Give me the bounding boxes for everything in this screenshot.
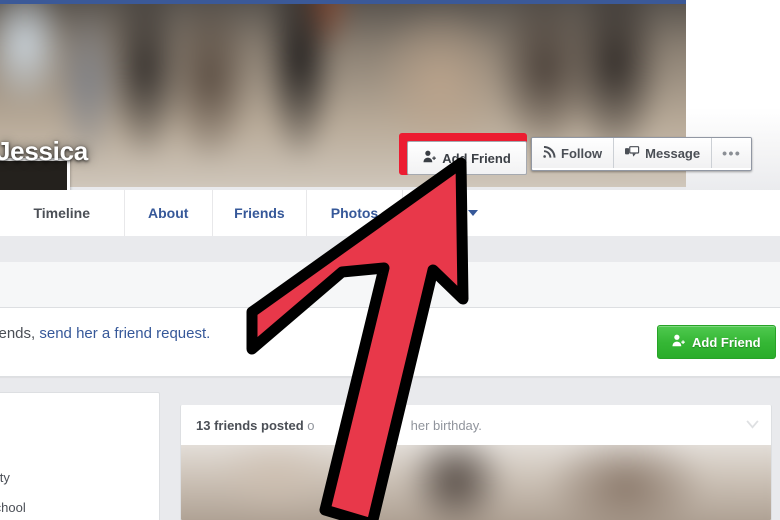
- tab-friends-label: Friends: [234, 205, 285, 221]
- tab-timeline-label: Timeline: [33, 205, 91, 221]
- tab-timeline[interactable]: Timeline: [0, 190, 125, 245]
- tab-photos[interactable]: Photos: [307, 190, 403, 236]
- add-friend-highlight-box: Add Friend: [399, 133, 527, 175]
- friend-request-text-prefix: friends,: [0, 325, 36, 342]
- add-friend-button-label: Add Friend: [442, 150, 511, 166]
- message-button-label: Message: [645, 145, 701, 161]
- banner-add-friend-button[interactable]: Add Friend: [657, 325, 776, 359]
- more-options-button[interactable]: •••: [712, 138, 752, 168]
- story-suffix: her birthday.: [410, 418, 482, 433]
- timeline-story-card: 13 friends posted o Timel her birthday.: [180, 405, 772, 520]
- tab-photos-label: Photos: [330, 205, 379, 221]
- tab-friends[interactable]: Friends: [213, 190, 307, 236]
- rss-icon: [543, 145, 556, 161]
- add-friend-button[interactable]: Add Friend: [407, 141, 527, 175]
- tab-more[interactable]: More: [403, 190, 581, 236]
- add-friend-icon: [672, 334, 685, 350]
- sidebar-item-university[interactable]: rsity: [0, 470, 10, 485]
- chevron-down-icon: [468, 210, 479, 216]
- facebook-profile-screenshot: Jessica Follow Message ••• Add Friend Ti…: [0, 0, 780, 520]
- profile-name: Jessica: [0, 136, 88, 166]
- story-timeline-word: Timel: [350, 418, 382, 433]
- profile-tab-bar: Timeline About Friends Photos More: [0, 190, 581, 245]
- story-headline: 13 friends posted o Timel her birthday.: [196, 418, 482, 433]
- banner-add-friend-label: Add Friend: [692, 334, 761, 350]
- message-icon: [625, 145, 640, 161]
- message-button[interactable]: Message: [614, 138, 713, 168]
- story-friend-count: 13 friends: [196, 418, 258, 433]
- tab-about-label: About: [147, 205, 189, 221]
- page-background-gutter: [0, 236, 780, 262]
- tab-bar-filler: [581, 190, 780, 237]
- follow-button-label: Follow: [561, 145, 603, 161]
- ellipsis-icon: •••: [722, 145, 742, 161]
- friend-request-text: friends, send her a friend request.: [0, 325, 406, 342]
- story-verb[interactable]: posted: [261, 418, 304, 433]
- follow-button[interactable]: Follow: [532, 138, 615, 168]
- story-photo-image: [181, 445, 771, 520]
- send-friend-request-link[interactable]: send her a friend request.: [39, 325, 210, 342]
- tab-more-label: More: [429, 205, 463, 221]
- story-photo[interactable]: [181, 445, 771, 520]
- chevron-down-icon[interactable]: [746, 420, 759, 429]
- tab-about[interactable]: About: [125, 190, 213, 236]
- add-friend-icon: [423, 150, 437, 166]
- sidebar-item-school[interactable]: School: [0, 500, 26, 515]
- story-middle: o: [307, 418, 315, 433]
- cover-action-button-group: Follow Message •••: [531, 137, 753, 171]
